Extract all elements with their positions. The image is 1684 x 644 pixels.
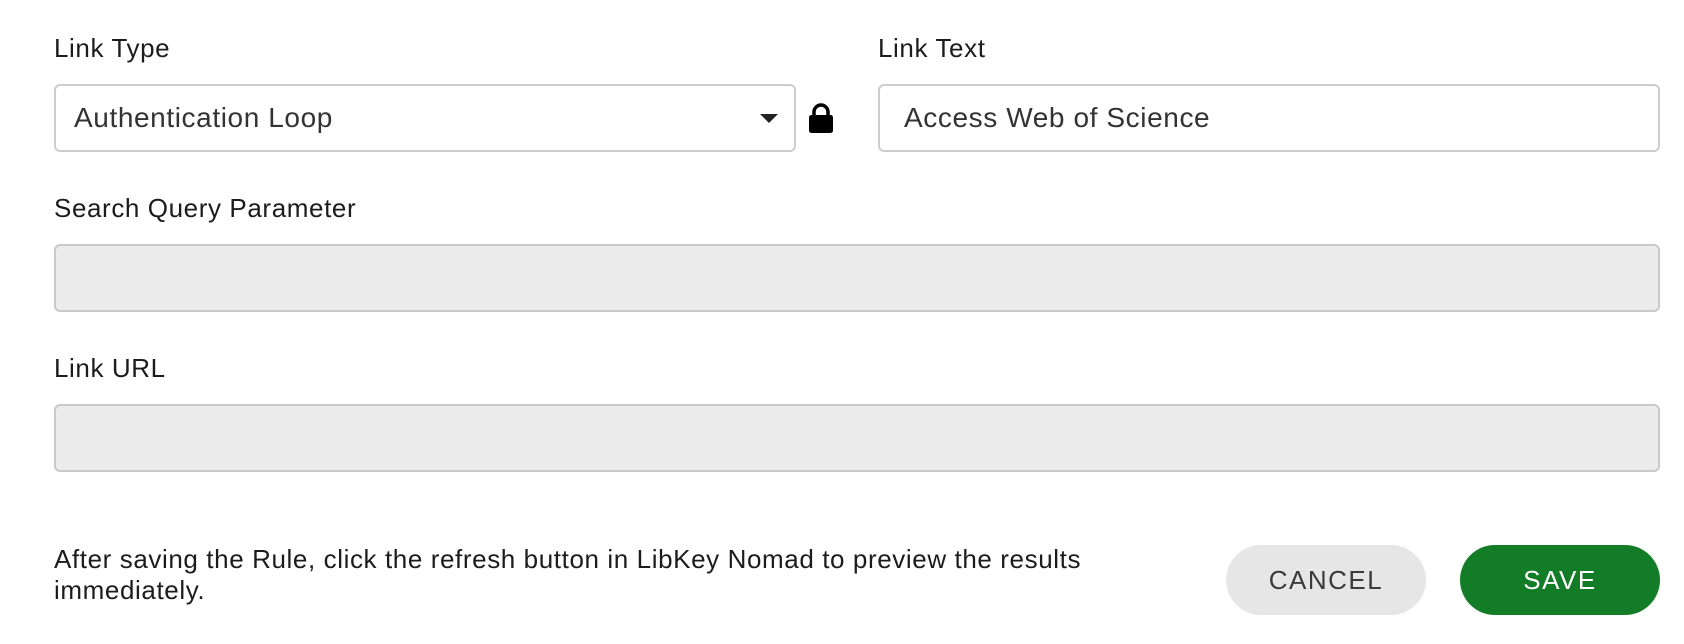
link-text-value: Access Web of Science bbox=[904, 102, 1211, 133]
save-button[interactable]: SAVE bbox=[1460, 545, 1660, 615]
refresh-help-text: After saving the Rule, click the refresh… bbox=[54, 544, 1082, 605]
link-text-input[interactable]: Access Web of Science bbox=[878, 84, 1660, 152]
link-url-label: Link URL bbox=[54, 353, 166, 383]
search-query-parameter-input[interactable] bbox=[54, 244, 1660, 312]
link-type-label: Link Type bbox=[54, 33, 171, 63]
search-query-parameter-label: Search Query Parameter bbox=[54, 193, 357, 223]
link-type-select[interactable]: Authentication Loop bbox=[54, 84, 796, 152]
caret-down-icon[interactable] bbox=[760, 114, 778, 123]
link-type-value: Authentication Loop bbox=[74, 102, 333, 133]
lock-icon bbox=[809, 103, 833, 133]
link-text-label: Link Text bbox=[878, 33, 986, 63]
link-url-input[interactable] bbox=[54, 404, 1660, 472]
cancel-button[interactable]: CANCEL bbox=[1226, 545, 1426, 615]
